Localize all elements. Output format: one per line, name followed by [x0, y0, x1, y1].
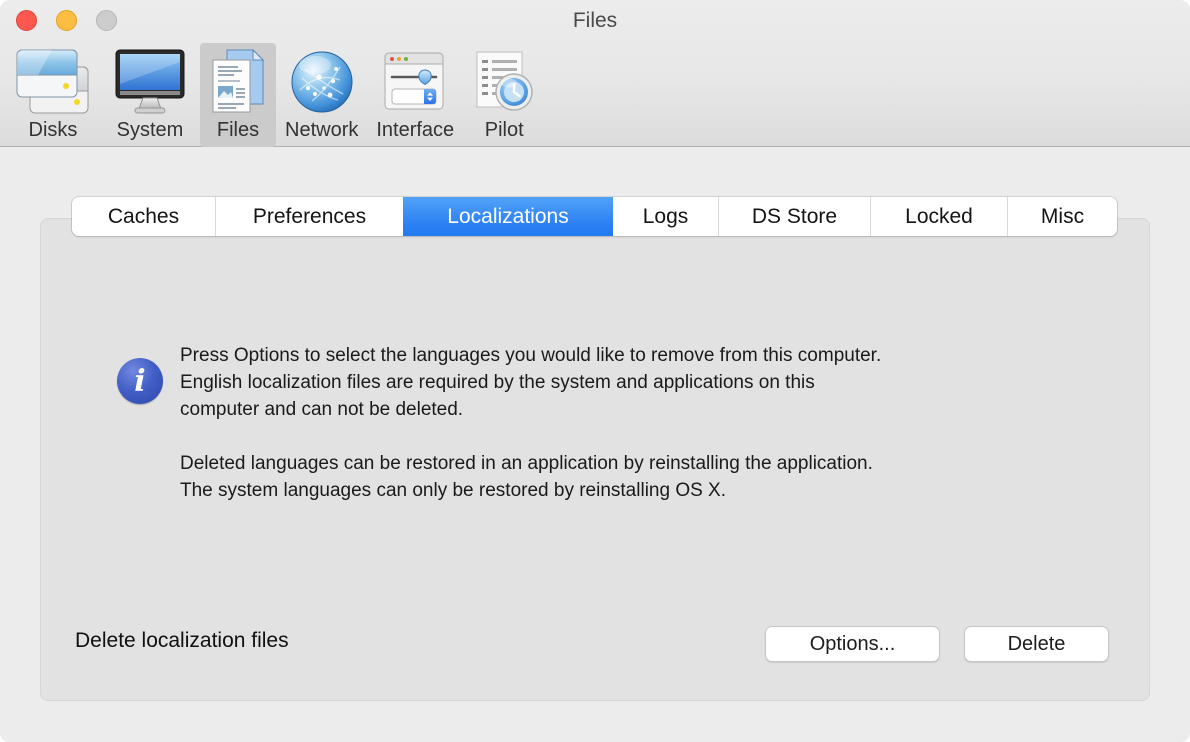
info-line: English localization files are required …	[180, 369, 881, 396]
pilot-icon	[472, 46, 536, 118]
toolbar-label-files: Files	[217, 119, 259, 142]
toolbar-label-system: System	[117, 119, 184, 142]
window-chrome: Files	[0, 0, 1190, 147]
window-title: Files	[0, 9, 1190, 33]
info-line: computer and can not be deleted.	[180, 396, 881, 423]
tab-bar: Caches Preferences Localizations Logs DS…	[72, 197, 1117, 236]
toolbar-label-interface: Interface	[376, 119, 454, 142]
info-line: Press Options to select the languages yo…	[180, 342, 881, 369]
toolbar-item-system[interactable]: System	[100, 43, 200, 147]
toolbar-item-interface[interactable]: Interface	[367, 43, 463, 147]
options-button[interactable]: Options...	[765, 626, 940, 662]
toolbar-item-pilot[interactable]: Pilot	[463, 43, 545, 147]
toolbar-label-disks: Disks	[29, 119, 78, 142]
tab-localizations[interactable]: Localizations	[403, 197, 613, 236]
info-line: The system languages can only be restore…	[180, 477, 873, 504]
delete-button[interactable]: Delete	[964, 626, 1109, 662]
disks-icon	[15, 46, 91, 118]
tab-preferences[interactable]: Preferences	[215, 197, 403, 236]
info-line: Deleted languages can be restored in an …	[180, 450, 873, 477]
files-icon	[209, 46, 267, 118]
system-icon	[109, 46, 191, 118]
delete-localization-files-label: Delete localization files	[75, 629, 289, 653]
toolbar-item-network[interactable]: Network	[276, 43, 367, 147]
tab-logs[interactable]: Logs	[613, 197, 718, 236]
tab-misc[interactable]: Misc	[1007, 197, 1117, 236]
toolbar-item-disks[interactable]: Disks	[6, 43, 100, 147]
tab-ds-store[interactable]: DS Store	[718, 197, 870, 236]
interface-icon	[383, 46, 447, 118]
info-icon: i	[117, 358, 163, 404]
network-icon	[288, 46, 356, 118]
info-paragraph-2: Deleted languages can be restored in an …	[180, 450, 873, 504]
tab-locked[interactable]: Locked	[870, 197, 1007, 236]
toolbar-label-pilot: Pilot	[485, 119, 524, 142]
toolbar: Disks	[6, 43, 545, 147]
toolbar-item-files[interactable]: Files	[200, 43, 276, 147]
toolbar-label-network: Network	[285, 119, 358, 142]
info-paragraph-1: Press Options to select the languages yo…	[180, 342, 881, 423]
tab-caches[interactable]: Caches	[72, 197, 215, 236]
app-window: Files	[0, 0, 1190, 742]
